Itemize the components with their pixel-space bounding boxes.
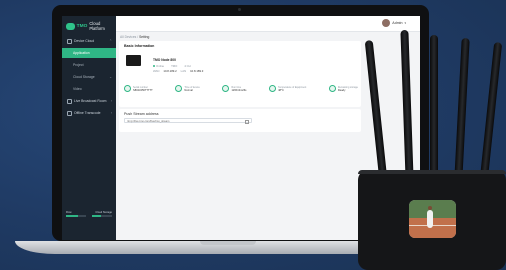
stream-card: Push Stream address rtmp://live.tmo.com/…	[119, 109, 361, 132]
stat-value: S8023456TTTTT	[133, 88, 153, 92]
device-channels: 4 CH	[184, 64, 191, 68]
storage-usage-fill	[92, 215, 101, 217]
chevron-down-icon: ⌄	[109, 75, 112, 79]
device-image	[126, 55, 141, 66]
device-ip: WAN 10.8.189.2 LAN 10.8.189.3	[153, 69, 203, 73]
brand-name: TMO	[76, 23, 88, 29]
stream-url: rtmp://live.tmo.com/live/tmo_stream	[127, 120, 170, 123]
sidebar-item-live-broadcast[interactable]: Live Broadcast Room ›	[62, 96, 116, 106]
storage-usage-bar	[92, 215, 112, 217]
brand-logo: TMO Cloud Platform	[66, 21, 116, 31]
storage-icon	[328, 85, 336, 92]
stat-storage: Remaining storage Ready	[328, 85, 358, 92]
storage-usage: Flow Cloud Storage	[66, 211, 112, 219]
avatar	[382, 19, 391, 27]
stat-time: Time of device Normal	[175, 85, 200, 92]
logo-icon	[66, 22, 75, 30]
breadcrumb-parent[interactable]: All Devices	[120, 35, 136, 39]
section-title: Basic Information	[124, 44, 155, 48]
sidebar-item-label: Project	[73, 63, 84, 67]
sidebar-item-label: Live Broadcast Room	[74, 99, 107, 103]
ip-label: WAN	[153, 69, 160, 73]
status-badge: Online	[153, 64, 164, 68]
clock-icon	[175, 85, 183, 92]
sidebar-item-label: Application	[73, 51, 90, 55]
transcode-icon	[67, 110, 72, 116]
stat-value: Normal	[184, 88, 193, 92]
breadcrumb: All Devices / Setting	[120, 35, 149, 39]
sidebar-item-offline-transcode[interactable]: Offline Transcode ›	[62, 108, 116, 118]
stat-value: 126h13m26s	[231, 88, 247, 92]
stat-value: 48°C	[278, 88, 284, 92]
chevron-right-icon: ›	[110, 111, 112, 115]
ip-value: 10.8.189.3	[190, 69, 204, 73]
status-dot-icon	[153, 65, 155, 67]
status-text: Online	[156, 64, 165, 68]
sidebar-item-label: Video	[73, 87, 82, 91]
thermometer-icon	[269, 85, 277, 92]
sidebar-item-project[interactable]: Project	[62, 60, 116, 70]
sidebar-item-video[interactable]: Video	[62, 84, 116, 94]
caret-down-icon: ▾	[404, 21, 406, 25]
copy-icon[interactable]	[245, 120, 249, 124]
antenna	[430, 35, 438, 180]
display-player	[427, 210, 433, 228]
device-stats: Serial number S8023456TTTTT Time of devic…	[124, 85, 358, 92]
sidebar-item-label: Cloud Storage	[73, 75, 95, 79]
user-name: Admin	[392, 21, 403, 25]
breadcrumb-current: Setting	[139, 35, 150, 39]
sidebar: TMO Cloud Platform Device Cloud ⌃ Applic…	[62, 16, 116, 240]
cloud-icon	[67, 38, 72, 44]
cloud-storage-label: Cloud Storage	[95, 211, 112, 214]
sidebar-item-label: Device Cloud	[74, 39, 95, 43]
flow-label: Flow	[66, 211, 72, 214]
user-menu[interactable]: Admin ▾	[382, 19, 406, 27]
timer-icon	[222, 85, 230, 92]
top-bar: Admin ▾	[116, 16, 420, 32]
section-title: Push Stream address	[124, 112, 159, 116]
chevron-up-icon: ⌃	[109, 39, 112, 43]
basic-info-card: Basic Information TMO Node 800 Online TM…	[119, 41, 361, 107]
webcam-icon	[238, 8, 241, 11]
sidebar-item-label: Offline Transcode	[74, 111, 101, 115]
stat-runtime: Run time 126h13m26s	[222, 85, 246, 92]
ip-value: 10.8.189.2	[163, 69, 177, 73]
stat-temperature: Temperature of Equipment 48°C	[269, 85, 306, 92]
brand-subtitle: Cloud Platform	[89, 21, 105, 31]
broadcast-icon	[67, 98, 72, 104]
stat-serial: Serial number S8023456TTTTT	[124, 85, 153, 92]
router-display	[409, 200, 456, 238]
ip-label: LAN	[180, 69, 187, 73]
device-meta: Online TMO 4 CH	[153, 64, 191, 68]
sidebar-item-application[interactable]: Application	[62, 48, 116, 58]
flow-usage-bar	[66, 215, 86, 217]
chevron-right-icon: ›	[110, 99, 112, 103]
device-name: TMO Node 800	[153, 58, 176, 62]
stream-url-field[interactable]: rtmp://live.tmo.com/live/tmo_stream	[124, 118, 252, 124]
sidebar-item-device-cloud[interactable]: Device Cloud ⌃	[62, 36, 116, 46]
router-top-edge	[358, 170, 506, 174]
laptop-notch	[200, 241, 256, 245]
stat-value: Ready	[337, 88, 346, 92]
device-model: TMO	[171, 64, 178, 68]
flow-usage-fill	[66, 215, 78, 217]
sidebar-nav: Device Cloud ⌃ Application Project Cloud…	[62, 36, 116, 120]
serial-icon	[124, 85, 131, 92]
sidebar-item-cloud-storage[interactable]: Cloud Storage ⌄	[62, 72, 116, 82]
